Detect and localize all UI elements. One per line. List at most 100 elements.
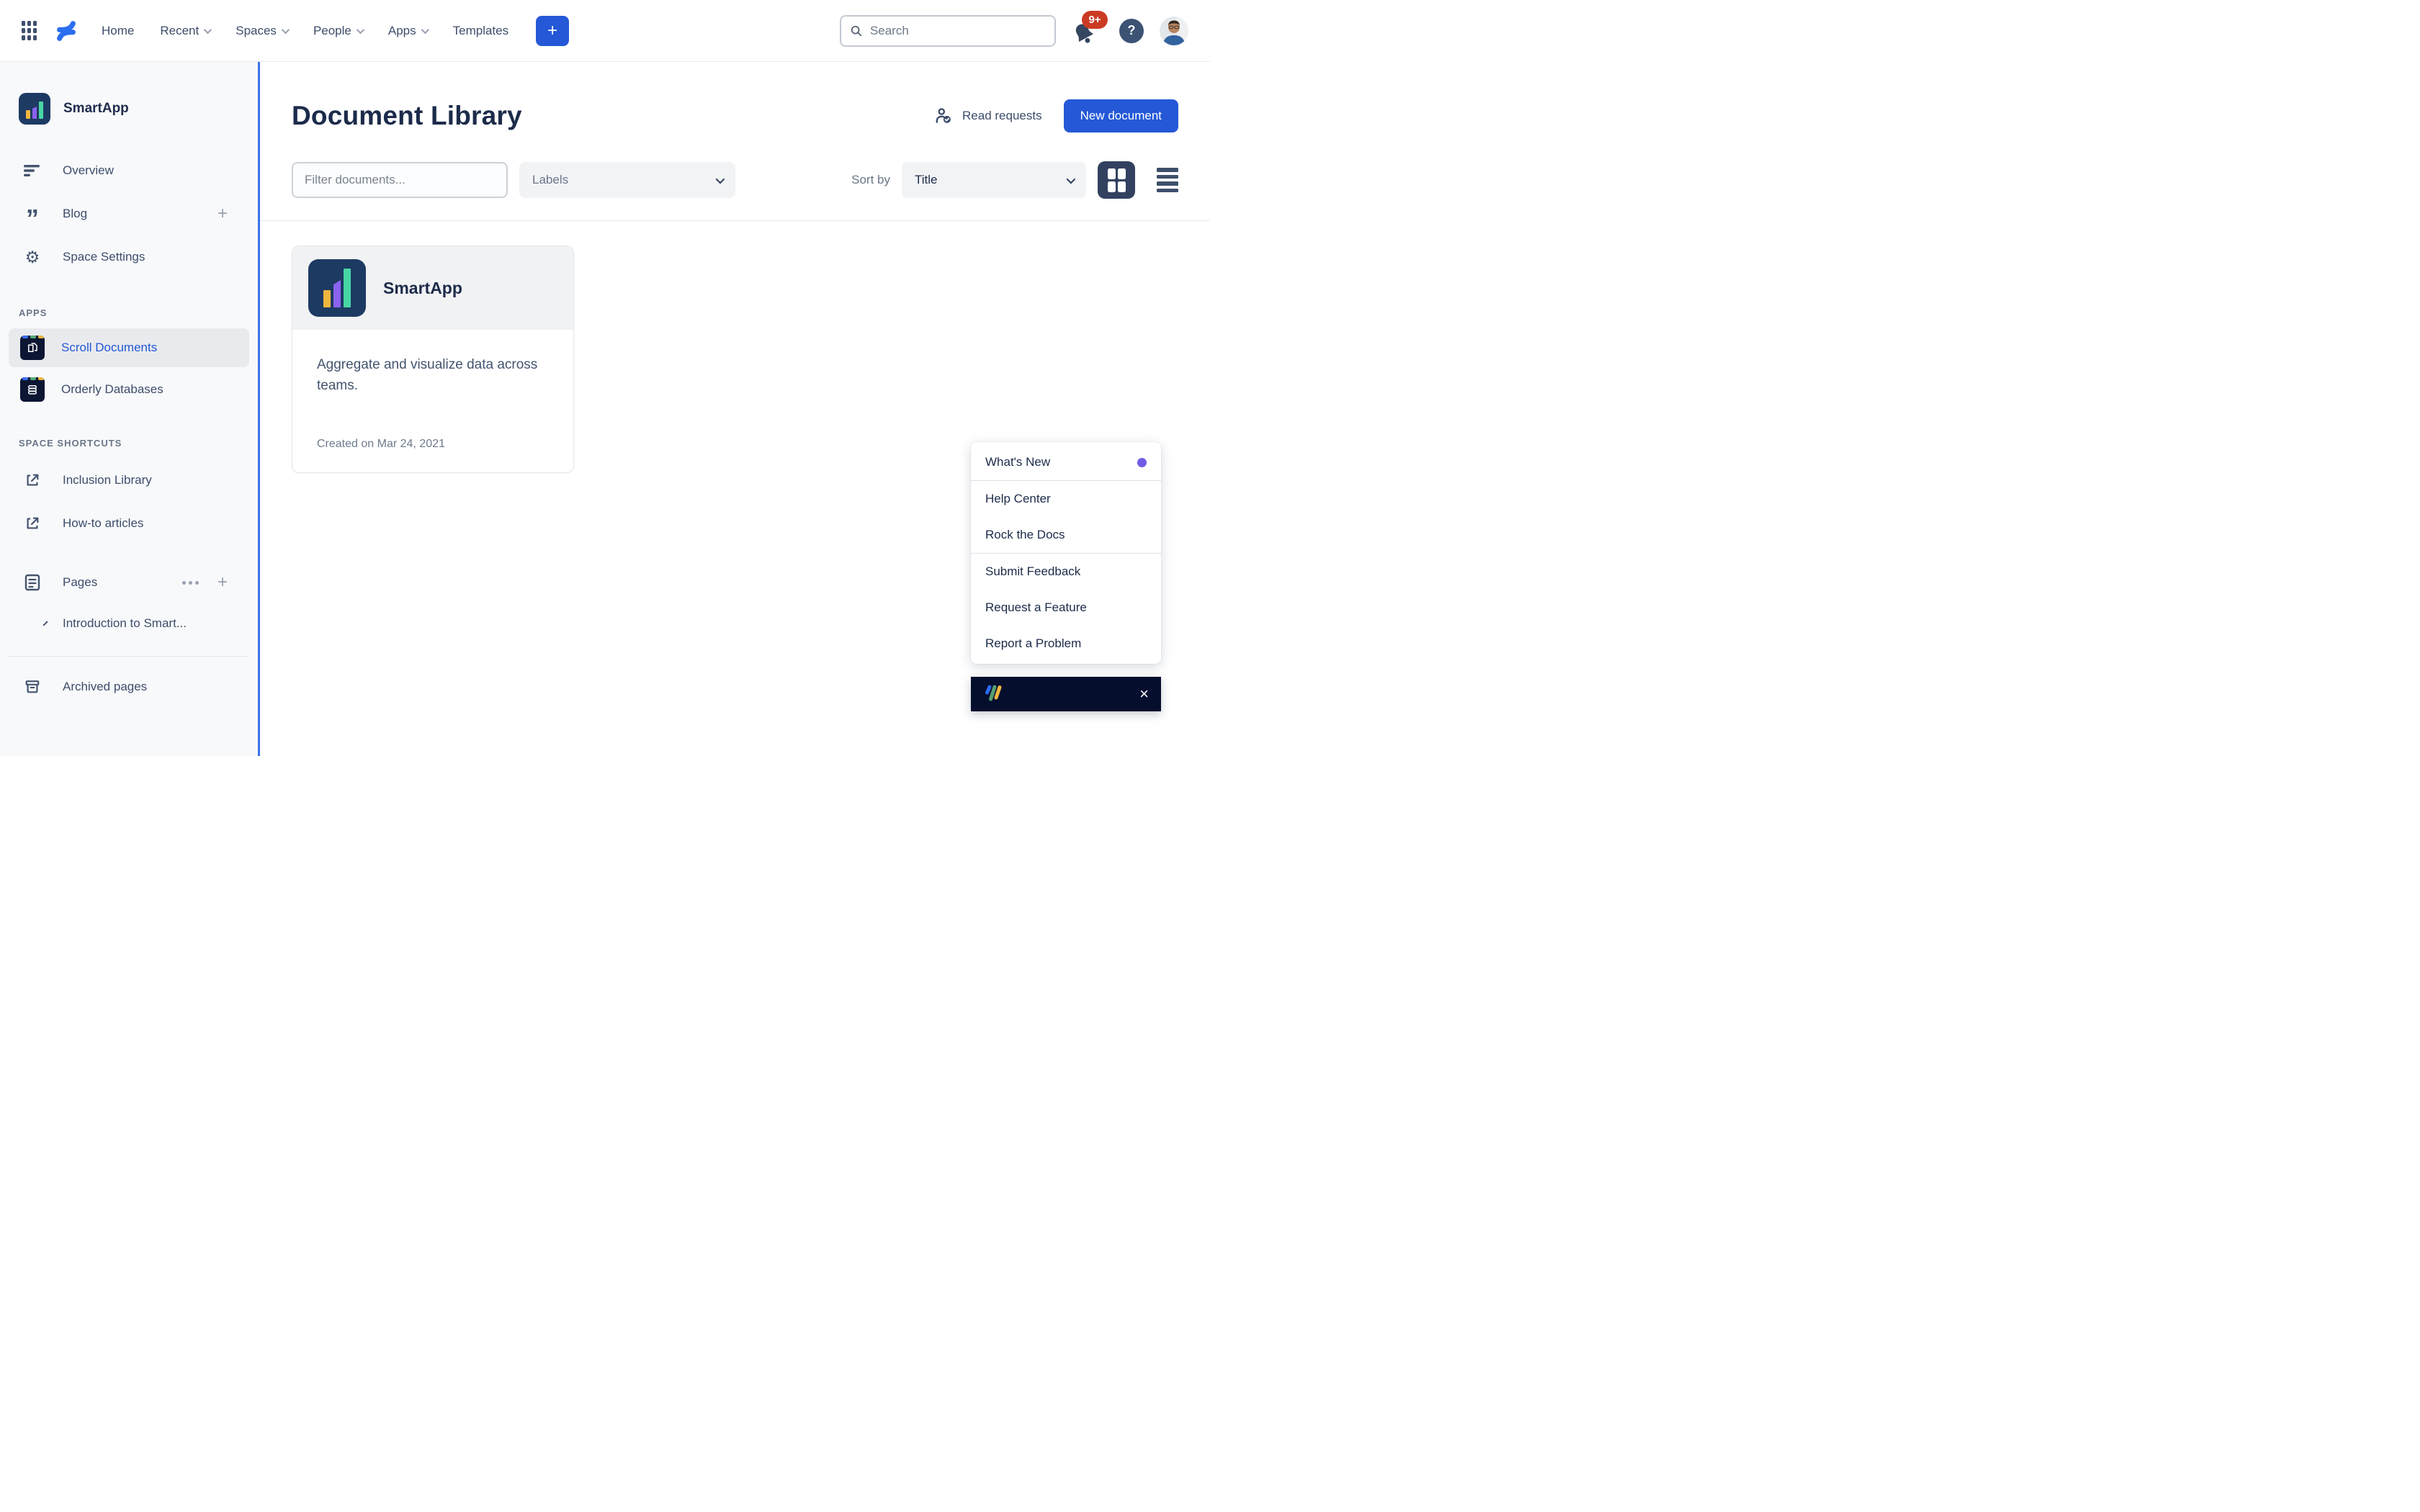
help-popup-menu: What's New Help Center Rock the Docs Sub… [971,442,1161,664]
apps-section-header: APPS [19,307,258,318]
space-logo-icon [19,93,50,125]
page-title: Document Library [292,101,522,131]
page-tree-item[interactable]: Introduction to Smart... [0,604,258,643]
notification-flag-banner: × [971,677,1161,711]
sidebar-item-blog[interactable]: ” Blog + [0,192,258,235]
external-link-icon [23,472,42,488]
nav-item-templates[interactable]: Templates [453,24,508,38]
menu-item-report-a-problem[interactable]: Report a Problem [971,626,1161,662]
chevron-down-icon [716,174,725,184]
sidebar-item-inclusion-library[interactable]: Inclusion Library [0,459,258,502]
orderly-databases-icon [20,377,45,402]
page-icon [23,574,42,591]
nav-label: Recent [160,24,199,38]
search-input[interactable] [870,24,1046,38]
sidebar-item-scroll-documents[interactable]: Scroll Documents [9,328,249,367]
sort-by-label: Sort by [851,173,890,187]
new-document-button[interactable]: New document [1064,99,1178,132]
nav-item-home[interactable]: Home [102,24,134,38]
confluence-app: Home Recent Spaces People Apps Templates… [0,0,1210,756]
sidebar-item-pages[interactable]: Pages + [0,561,258,604]
quote-icon: ” [23,214,42,224]
close-icon[interactable]: × [1139,686,1149,702]
user-avatar[interactable] [1160,17,1188,45]
filter-documents-input[interactable] [292,162,508,198]
sidebar-label: Scroll Documents [61,341,157,355]
scroll-documents-icon [20,336,45,360]
k15t-logo-icon [983,682,1008,706]
menu-item-rock-the-docs[interactable]: Rock the Docs [971,517,1161,553]
nav-item-people[interactable]: People [313,24,362,38]
sidebar-label: Inclusion Library [63,473,152,487]
chevron-right-icon[interactable] [23,621,42,626]
create-button[interactable]: + [536,16,569,46]
nav-item-recent[interactable]: Recent [160,24,210,38]
menu-item-request-a-feature[interactable]: Request a Feature [971,590,1161,626]
list-view-button[interactable] [1157,168,1178,192]
sidebar-item-overview[interactable]: Overview [0,149,258,192]
shortcuts-section-header: SPACE SHORTCUTS [19,438,258,449]
menu-label: Request a Feature [985,600,1087,615]
read-requests-button[interactable]: Read requests [934,107,1042,125]
sidebar-item-space-settings[interactable]: ⚙ Space Settings [0,235,258,279]
menu-item-whats-new[interactable]: What's New [971,444,1161,480]
grid-view-button[interactable] [1098,161,1135,199]
nav-label: Templates [453,24,508,38]
sidebar-divider [9,656,249,657]
nav-item-spaces[interactable]: Spaces [236,24,287,38]
sidebar-label: How-to articles [63,516,143,531]
labels-value: Labels [532,173,568,187]
menu-item-help-center[interactable]: Help Center [971,481,1161,517]
nav-right-cluster: 9+ ? [840,14,1188,48]
gear-icon: ⚙ [23,249,42,266]
add-blog-icon[interactable]: + [218,204,228,224]
search-box[interactable] [840,15,1056,47]
sidebar-label: Orderly Databases [61,382,163,397]
nav-label: Home [102,24,134,38]
add-page-icon[interactable]: + [218,572,228,593]
search-icon [850,24,863,38]
menu-item-submit-feedback[interactable]: Submit Feedback [971,554,1161,590]
document-description: Aggregate and visualize data across team… [317,354,549,397]
labels-dropdown[interactable]: Labels [519,162,735,198]
nav-item-apps[interactable]: Apps [388,24,427,38]
archive-icon [23,679,42,695]
nav-label: People [313,24,351,38]
plus-icon: + [547,22,557,40]
document-created-date: Created on Mar 24, 2021 [317,438,549,451]
notification-count-badge: 9+ [1082,11,1108,29]
menu-label: Submit Feedback [985,564,1080,579]
sort-dropdown[interactable]: Title [902,162,1086,198]
nav-label: Apps [388,24,416,38]
sidebar-item-orderly-databases[interactable]: Orderly Databases [9,370,249,409]
more-icon[interactable] [182,581,199,585]
document-title: SmartApp [383,279,462,298]
sort-value: Title [915,173,938,187]
space-header[interactable]: SmartApp [0,92,258,125]
content-divider [260,220,1210,221]
document-card-header: SmartApp [292,246,573,330]
confluence-logo-icon[interactable] [55,20,77,42]
document-card[interactable]: SmartApp Aggregate and visualize data ac… [292,246,574,473]
help-button[interactable]: ? [1119,19,1144,43]
question-mark-icon: ? [1128,23,1136,38]
nav-label: Spaces [236,24,277,38]
sidebar-label: Overview [63,163,114,178]
top-navigation-bar: Home Recent Spaces People Apps Templates… [0,0,1210,62]
chevron-down-icon [357,25,364,33]
primary-nav: Home Recent Spaces People Apps Templates [102,24,508,38]
chevron-down-icon [282,25,290,33]
notifications-button[interactable]: 9+ [1072,14,1103,48]
person-check-icon [934,107,953,125]
sidebar-item-archived-pages[interactable]: Archived pages [0,665,258,708]
chevron-down-icon [1067,174,1076,184]
menu-label: Help Center [985,492,1051,506]
menu-label: What's New [985,455,1050,469]
new-indicator-dot [1137,458,1147,467]
sidebar-label: Space Settings [63,250,145,264]
page-tree-label: Introduction to Smart... [63,616,187,631]
app-switcher-icon[interactable] [22,21,37,40]
sidebar-item-how-to-articles[interactable]: How-to articles [0,502,258,545]
sidebar-label: Archived pages [63,680,147,694]
read-requests-label: Read requests [962,109,1042,123]
